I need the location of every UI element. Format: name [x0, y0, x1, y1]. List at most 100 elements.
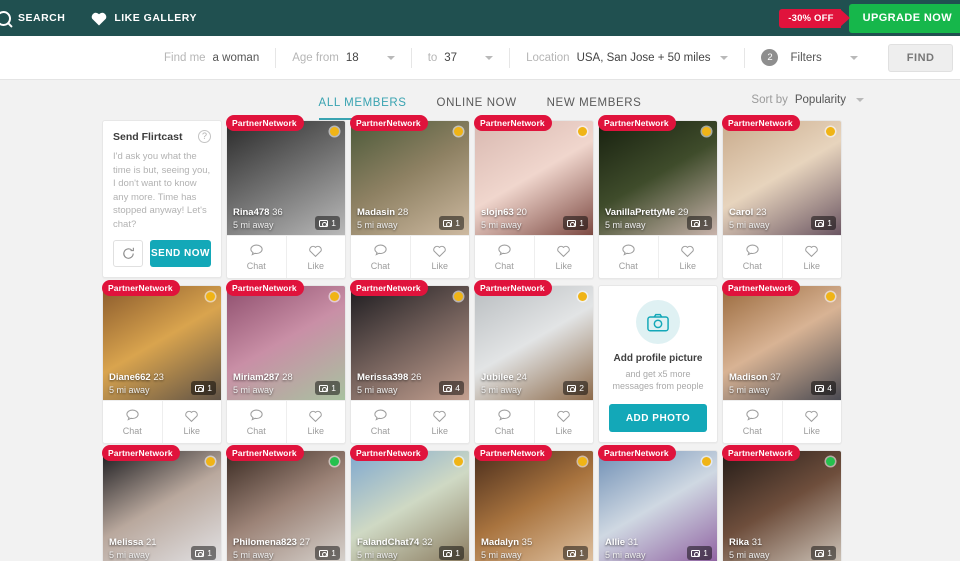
- profile-card[interactable]: Rina478 36 5 mi away 1 PartnerNetwork Ch…: [226, 120, 346, 279]
- like-button[interactable]: Like: [286, 236, 346, 278]
- chevron-down-icon: [850, 56, 858, 60]
- camera-icon: [319, 220, 328, 227]
- profile-photo[interactable]: Rina478 36 5 mi away 1: [227, 121, 345, 235]
- profile-distance: 5 mi away: [729, 550, 770, 560]
- profile-photo[interactable]: Allie 31 5 mi away 1: [599, 451, 717, 561]
- status-indicator-dot: [330, 127, 339, 136]
- chat-label: Chat: [371, 261, 390, 271]
- profile-card[interactable]: Merissa398 26 5 mi away 4 PartnerNetwork…: [350, 285, 470, 444]
- grid-cell: Madalyn 35 5 mi away 1 PartnerNetwork Ch…: [472, 450, 596, 561]
- profile-photo[interactable]: Merissa398 26 5 mi away 4: [351, 286, 469, 400]
- grid-cell: VanillaPrettyMe 29 5 mi away 1 PartnerNe…: [596, 120, 720, 285]
- upgrade-now-button[interactable]: UPGRADE NOW: [849, 4, 960, 33]
- find-button[interactable]: FIND: [888, 44, 954, 72]
- add-photo-button[interactable]: ADD PHOTO: [609, 404, 707, 432]
- sort-by-value: Popularity: [795, 94, 846, 106]
- profile-photo[interactable]: Miriam287 28 5 mi away 1: [227, 286, 345, 400]
- nav-item-like-gallery[interactable]: LIKE GALLERY: [87, 11, 201, 26]
- chat-button[interactable]: Chat: [599, 236, 658, 278]
- card-actions: Chat Like: [351, 400, 469, 443]
- profile-photo[interactable]: Philomena823 27 5 mi away 1: [227, 451, 345, 561]
- profile-name: Merissa398 26: [357, 372, 421, 383]
- like-button[interactable]: Like: [534, 401, 594, 443]
- grid-cell: Jubilee 24 5 mi away 2 PartnerNetwork Ch…: [472, 285, 596, 450]
- profile-distance: 5 mi away: [481, 385, 527, 395]
- chat-button[interactable]: Chat: [227, 236, 286, 278]
- chat-button[interactable]: Chat: [723, 236, 782, 278]
- like-button[interactable]: Like: [534, 236, 594, 278]
- profile-card[interactable]: Philomena823 27 5 mi away 1 PartnerNetwo…: [226, 450, 346, 561]
- members-grid: Send Flirtcast ? I'd ask you what the ti…: [0, 120, 960, 561]
- grid-cell: Madasin 28 5 mi away 1 PartnerNetwork Ch…: [348, 120, 472, 285]
- chat-button[interactable]: Chat: [475, 236, 534, 278]
- profile-photo[interactable]: Diane662 23 5 mi away 1: [103, 286, 221, 400]
- sort-by-selector[interactable]: Sort by Popularity: [751, 94, 864, 106]
- send-now-button[interactable]: SEND NOW: [150, 240, 211, 267]
- profile-photo[interactable]: FalandChat74 32 5 mi away 1: [351, 451, 469, 561]
- profile-photo[interactable]: Madison 37 5 mi away 4: [723, 286, 841, 400]
- profile-card[interactable]: Jubilee 24 5 mi away 2 PartnerNetwork Ch…: [474, 285, 594, 444]
- profile-photo[interactable]: Rika 31 5 mi away 1: [723, 451, 841, 561]
- chat-button[interactable]: Chat: [475, 401, 534, 443]
- add-profile-picture-card: Add profile picture and get x5 more mess…: [598, 285, 718, 443]
- profile-photo[interactable]: Melissa 21 5 mi away 1: [103, 451, 221, 561]
- status-indicator-dot: [578, 127, 587, 136]
- profile-card[interactable]: Allie 31 5 mi away 1 PartnerNetwork Chat…: [598, 450, 718, 561]
- like-button[interactable]: Like: [782, 236, 842, 278]
- profile-photo[interactable]: Carol 23 5 mi away 1: [723, 121, 841, 235]
- chat-button[interactable]: Chat: [723, 401, 782, 443]
- age-to-selector[interactable]: to 37: [412, 36, 509, 80]
- heart-outline-icon: [432, 244, 447, 258]
- profile-card[interactable]: Madison 37 5 mi away 4 PartnerNetwork Ch…: [722, 285, 842, 444]
- profile-card[interactable]: Diane662 23 5 mi away 1 PartnerNetwork C…: [102, 285, 222, 444]
- camera-icon: [443, 385, 452, 392]
- profile-name: FalandChat74 32: [357, 537, 433, 548]
- profile-photo[interactable]: slojn63 20 5 mi away 1: [475, 121, 593, 235]
- tabs-row: ALL MEMBERS ONLINE NOW NEW MEMBERS Sort …: [0, 80, 960, 120]
- profile-card[interactable]: Madasin 28 5 mi away 1 PartnerNetwork Ch…: [350, 120, 470, 279]
- chat-button[interactable]: Chat: [227, 401, 286, 443]
- like-button[interactable]: Like: [658, 236, 718, 278]
- profile-card[interactable]: Miriam287 28 5 mi away 1 PartnerNetwork …: [226, 285, 346, 444]
- like-button[interactable]: Like: [410, 401, 470, 443]
- profile-card[interactable]: Melissa 21 5 mi away 1 PartnerNetwork Ch…: [102, 450, 222, 561]
- nav-item-search[interactable]: SEARCH: [0, 11, 69, 26]
- like-button[interactable]: Like: [162, 401, 222, 443]
- like-button[interactable]: Like: [410, 236, 470, 278]
- grid-cell: Merissa398 26 5 mi away 4 PartnerNetwork…: [348, 285, 472, 450]
- profile-card[interactable]: Madalyn 35 5 mi away 1 PartnerNetwork Ch…: [474, 450, 594, 561]
- refresh-message-button[interactable]: [113, 240, 143, 267]
- chat-button[interactable]: Chat: [103, 401, 162, 443]
- photo-count-badge: 1: [563, 546, 588, 560]
- profile-photo[interactable]: Madasin 28 5 mi away 1: [351, 121, 469, 235]
- age-from-selector[interactable]: Age from 18: [276, 36, 410, 80]
- location-value: USA, San Jose + 50 miles: [577, 52, 711, 64]
- profile-name: Carol 23: [729, 207, 770, 218]
- find-me-selector[interactable]: Find me a woman: [148, 36, 275, 80]
- question-mark-icon[interactable]: ?: [198, 130, 211, 143]
- chat-bubble-icon: [373, 243, 388, 258]
- like-button[interactable]: Like: [286, 401, 346, 443]
- location-selector[interactable]: Location USA, San Jose + 50 miles: [510, 36, 744, 80]
- camera-icon: [195, 550, 204, 557]
- like-label: Like: [307, 426, 324, 436]
- filters-selector[interactable]: 2 Filters: [745, 36, 873, 80]
- profile-photo[interactable]: VanillaPrettyMe 29 5 mi away 1: [599, 121, 717, 235]
- profile-card[interactable]: VanillaPrettyMe 29 5 mi away 1 PartnerNe…: [598, 120, 718, 279]
- grid-cell: Diane662 23 5 mi away 1 PartnerNetwork C…: [100, 285, 224, 450]
- like-button[interactable]: Like: [782, 401, 842, 443]
- profile-card[interactable]: slojn63 20 5 mi away 1 PartnerNetwork Ch…: [474, 120, 594, 279]
- chat-button[interactable]: Chat: [351, 401, 410, 443]
- photo-count-value: 1: [703, 218, 708, 228]
- heart-outline-icon: [308, 409, 323, 423]
- profile-card[interactable]: Rika 31 5 mi away 1 PartnerNetwork Chat …: [722, 450, 842, 561]
- heart-outline-icon: [432, 409, 447, 423]
- profile-name: Rina478 36: [233, 207, 283, 218]
- profile-card[interactable]: FalandChat74 32 5 mi away 1 PartnerNetwo…: [350, 450, 470, 561]
- chat-bubble-icon: [373, 408, 388, 423]
- photo-count-value: 1: [331, 548, 336, 558]
- profile-photo[interactable]: Madalyn 35 5 mi away 1: [475, 451, 593, 561]
- profile-card[interactable]: Carol 23 5 mi away 1 PartnerNetwork Chat…: [722, 120, 842, 279]
- chat-button[interactable]: Chat: [351, 236, 410, 278]
- profile-photo[interactable]: Jubilee 24 5 mi away 2: [475, 286, 593, 400]
